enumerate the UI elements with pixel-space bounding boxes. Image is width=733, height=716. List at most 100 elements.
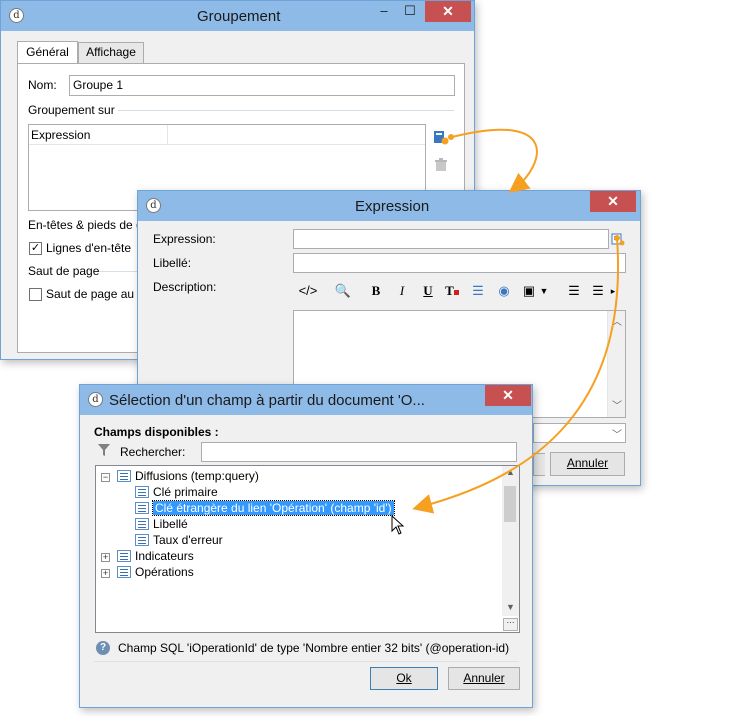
status-text: Champ SQL 'iOperationId' de type 'Nombre… [118,641,510,655]
resize-grip-icon[interactable]: ··· [503,618,518,631]
search-input[interactable] [201,442,517,462]
scroll-up-icon[interactable]: ︿ [612,313,622,328]
node-icon [117,566,131,578]
close-button[interactable]: ✕ [485,385,531,406]
libelle-input[interactable] [293,253,626,273]
column-divider [167,125,168,144]
tree-item-label: Indicateurs [135,549,194,563]
tree-item[interactable]: Clé étrangère du lien 'Opération' (champ… [135,500,395,517]
align-center-icon[interactable]: ☰ [589,280,607,302]
underline-icon[interactable]: U [419,280,437,302]
scroll-down-icon[interactable]: ▼ [506,602,515,612]
saut-checkbox[interactable] [29,288,42,301]
tree-expander[interactable]: + [101,553,110,562]
link-icon[interactable]: ◉ [495,280,513,302]
field-icon [135,518,149,530]
tree-item[interactable]: Clé primaire [135,485,218,501]
field-tree[interactable]: − Diffusions (temp:query) Clé primaire Clé … [95,465,520,633]
tab-general-label: Général [26,45,69,59]
expression-column-header[interactable]: Expression [31,128,90,142]
tree-scrollbar[interactable]: ▲ ▼ [502,466,519,616]
maximize-button[interactable]: ☐ [397,1,423,22]
title-bar[interactable]: d Sélection d'un champ à partir du docum… [80,385,532,415]
tree-item-label: Clé primaire [153,485,218,499]
app-icon: d [146,198,161,213]
expression-label: Expression: [153,232,216,246]
more-icon[interactable]: ▸ [609,280,617,302]
tree-item-label: Taux d'erreur [153,533,223,547]
tab-affichage-label: Affichage [86,45,136,59]
align-left-icon[interactable]: ☰ [565,280,583,302]
node-icon [117,550,131,562]
app-icon: d [9,8,24,23]
annuler-label: Annuler [463,671,505,685]
ok-label: Ok [396,671,412,685]
lignes-entete-checkbox[interactable]: ✓ [29,242,42,255]
delete-icon[interactable] [434,158,448,172]
node-icon [117,470,131,482]
bullet-list-icon[interactable]: ☰ [469,280,487,302]
expression-ok-button[interactable] [533,453,545,476]
text-color-icon[interactable]: T [443,280,461,302]
divider [94,661,519,662]
bold-icon[interactable]: B [367,280,385,302]
source-icon[interactable]: </> [297,280,319,302]
lignes-entete-label: Lignes d'en-tête [46,241,132,255]
scroll-thumb[interactable] [504,486,516,522]
annuler-button[interactable]: Annuler [448,667,520,690]
italic-icon[interactable]: I [393,280,411,302]
tree-item-label: Libellé [153,517,188,531]
tree-item-label: Clé étrangère du lien 'Opération' (champ… [152,500,395,516]
field-icon [135,534,149,546]
description-label: Description: [153,280,217,294]
editor-toolbar: </> 🔍 B I U T ☰ ◉ ▣ ▼ ☰ ☰ ▸ [293,280,619,304]
field-picker-icon[interactable] [611,232,625,246]
add-expression-icon[interactable] [433,129,449,145]
selection-window: d Sélection d'un champ à partir du docum… [79,384,533,708]
divider [99,271,139,272]
scroll-down-icon[interactable]: ﹀ [612,397,622,412]
app-icon: d [88,392,103,407]
champs-label: Champs disponibles : [94,425,219,439]
help-icon: ? [96,641,110,655]
tree-item[interactable]: Diffusions (temp:query) [117,469,259,485]
nom-input[interactable]: Groupe 1 [69,75,455,96]
libelle-label: Libellé: [153,256,192,270]
ok-button[interactable]: Ok [370,667,438,690]
tree-item[interactable]: Opérations [117,565,194,581]
close-button[interactable]: ✕ [590,191,636,212]
title-bar[interactable]: d Expression ✕ [138,191,640,221]
window-title: Groupement [197,8,281,25]
minimize-button[interactable]: – [371,1,397,22]
divider [118,110,454,111]
tab-affichage[interactable]: Affichage [78,42,144,63]
window-title: Expression [355,198,430,215]
title-bar[interactable]: d Groupement – ☐ ✕ [1,1,474,31]
tree-item[interactable]: Indicateurs [117,549,194,565]
tree-expander[interactable]: − [101,473,110,482]
editor-scrollbar[interactable]: ︿ ﹀ [607,311,625,417]
expression-input[interactable] [293,229,609,249]
tree-item-label: Diffusions (temp:query) [135,469,259,483]
tree-item[interactable]: Libellé [135,517,188,533]
groupement-sur-label: Groupement sur [28,103,115,117]
tab-general[interactable]: Général [17,41,78,64]
rechercher-label: Rechercher: [120,445,186,459]
nom-label: Nom: [28,78,57,92]
saut-label: Saut de page [28,264,100,278]
list-header: Expression [29,125,425,145]
tree-expander[interactable]: + [101,569,110,578]
annuler-label: Annuler [566,456,609,470]
mouse-cursor-icon [391,514,405,535]
chevron-down-icon: ﹀ [612,430,622,441]
tree-item-label: Opérations [135,565,194,579]
annuler-button[interactable]: Annuler [550,452,625,476]
format-select[interactable]: ﹀ [533,423,626,443]
close-button[interactable]: ✕ [425,1,471,22]
filter-icon[interactable] [98,444,110,457]
image-icon[interactable]: ▣ [519,280,539,302]
image-dropdown-icon[interactable]: ▼ [539,280,549,302]
find-icon[interactable]: 🔍 [333,280,353,302]
tree-item[interactable]: Taux d'erreur [135,533,223,549]
scroll-up-icon[interactable]: ▲ [506,467,515,477]
